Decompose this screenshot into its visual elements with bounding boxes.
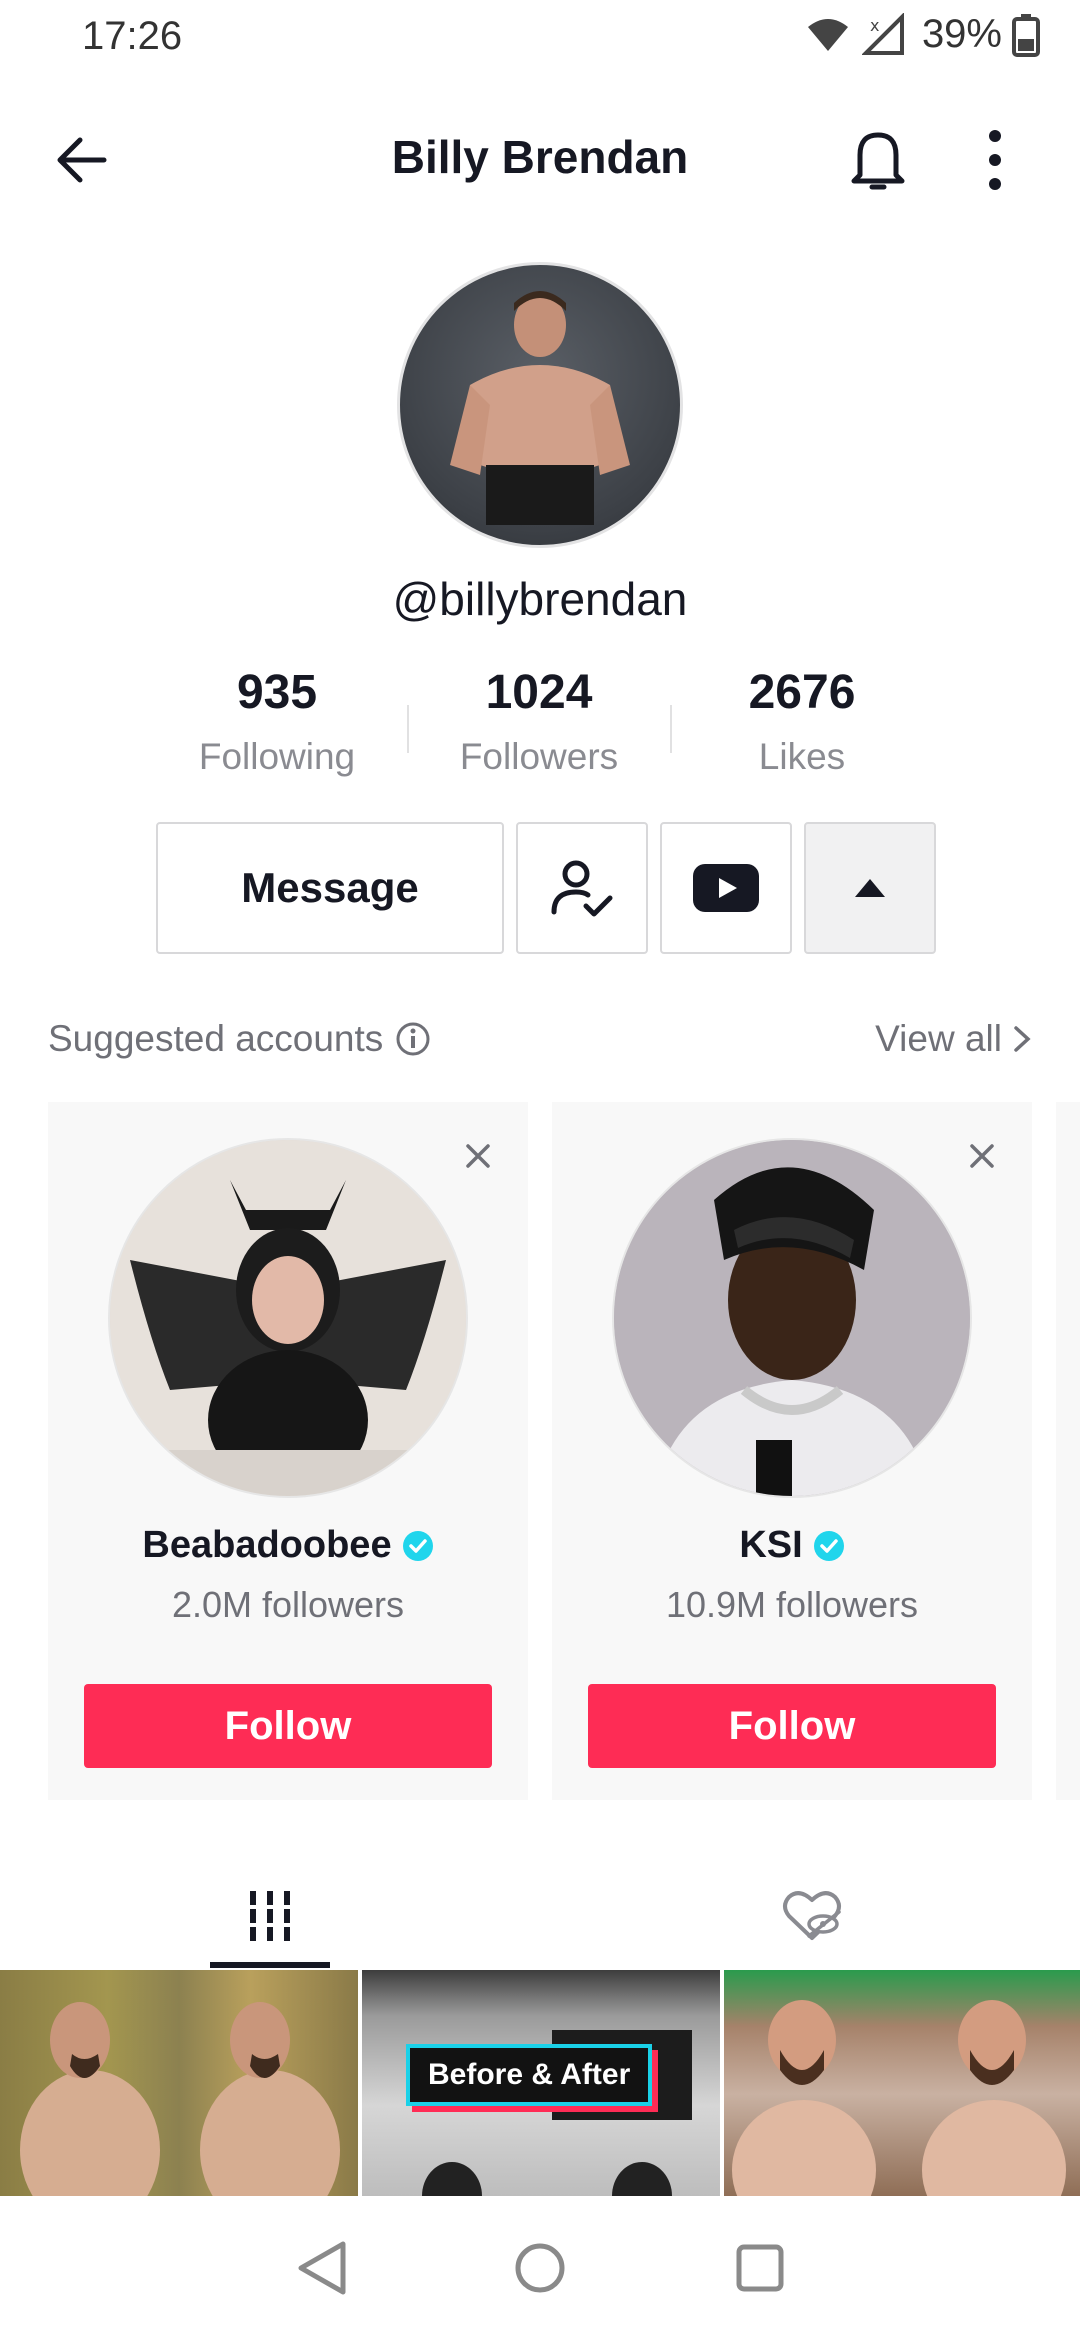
stat-label: Likes: [758, 736, 846, 777]
stat-followers[interactable]: 1024 Followers: [419, 665, 659, 778]
view-all-label: View all: [875, 1018, 1002, 1059]
profile-username: @billybrendan: [392, 573, 688, 625]
nav-back-button[interactable]: [282, 2228, 362, 2308]
suggested-accounts-carousel[interactable]: Beabadoobee 2.0M followers Follow KSI 10…: [0, 1102, 1080, 1802]
page-title: Billy Brendan: [391, 131, 689, 183]
status-bar: 17:26 x 39%: [0, 0, 1080, 80]
svg-text:x: x: [870, 16, 879, 35]
message-button[interactable]: Message: [156, 822, 504, 954]
nav-home-button[interactable]: [500, 2228, 580, 2308]
video-thumbnail[interactable]: Before & After: [362, 1970, 720, 2196]
youtube-icon: [693, 864, 759, 912]
close-icon: [970, 1144, 994, 1168]
suggested-title: Suggested accounts: [48, 1018, 431, 1060]
stat-likes[interactable]: 2676 Likes: [682, 665, 922, 778]
stat-value: 935: [236, 666, 318, 719]
stat-label: Followers: [459, 736, 619, 777]
battery-icon: [1012, 13, 1040, 57]
avatar-image: [450, 291, 630, 525]
suggested-name-text: Beabadoobee: [142, 1524, 392, 1566]
suggested-account-card-partial[interactable]: [1056, 1102, 1080, 1800]
close-icon: [466, 1144, 490, 1168]
avatar-image: [614, 1140, 970, 1496]
suggested-followers: 10.9M followers: [665, 1584, 919, 1625]
view-all-link[interactable]: View all: [875, 1018, 1032, 1060]
user-check-icon: [551, 860, 613, 917]
suggested-title-text: Suggested accounts: [48, 1018, 384, 1059]
suggested-name: Beabadoobee: [48, 1524, 528, 1567]
triangle-back-icon: [298, 2241, 346, 2295]
tab-liked-videos[interactable]: [752, 1860, 872, 1970]
dismiss-button[interactable]: [960, 1134, 1004, 1178]
stat-following[interactable]: 935 Following: [157, 665, 397, 778]
caret-up-icon: [855, 879, 885, 897]
circle-home-icon: [515, 2243, 565, 2293]
square-recents-icon: [736, 2244, 784, 2292]
profile-tabs: [0, 1860, 1080, 1970]
profile-header: Billy Brendan: [0, 100, 1080, 220]
more-options-button[interactable]: [960, 120, 1030, 200]
nav-recents-button[interactable]: [720, 2228, 800, 2308]
battery-percent: 39%: [921, 12, 1002, 56]
profile-stats: 935 Following 1024 Followers 2676 Likes: [0, 665, 1080, 795]
suggested-avatar[interactable]: [108, 1138, 468, 1498]
bell-icon: [851, 132, 905, 190]
info-icon[interactable]: [395, 1021, 431, 1057]
stat-value: 1024: [485, 666, 593, 719]
stat-value: 2676: [748, 666, 856, 719]
back-button[interactable]: [44, 122, 120, 198]
follow-button[interactable]: Follow: [84, 1684, 492, 1768]
chevron-right-icon: [1014, 1026, 1031, 1052]
stat-label: Following: [198, 736, 356, 777]
stat-divider: [407, 705, 409, 753]
collapse-suggestions-button[interactable]: [804, 822, 936, 954]
thumbnail-image: [732, 2000, 1066, 2196]
suggested-accounts-header: Suggested accounts View all: [48, 1010, 1032, 1070]
dismiss-button[interactable]: [456, 1134, 500, 1178]
back-arrow-icon: [57, 137, 107, 183]
video-grid: Before & After: [0, 1970, 1080, 2196]
cell-signal-icon: x: [861, 12, 904, 55]
avatar-image: [110, 1140, 466, 1496]
suggested-name: KSI: [552, 1524, 1032, 1567]
verified-badge-icon: [813, 1530, 844, 1561]
suggested-avatar[interactable]: [612, 1138, 972, 1498]
profile-actions: Message: [0, 822, 1080, 954]
wifi-icon: [807, 18, 848, 51]
hidden-heart-icon: [783, 1891, 841, 1940]
youtube-link-button[interactable]: [660, 822, 792, 954]
tab-videos[interactable]: [210, 1860, 330, 1970]
following-status-button[interactable]: [516, 822, 648, 954]
grid-icon: [250, 1891, 290, 1941]
suggested-name-text: KSI: [739, 1524, 803, 1566]
suggested-account-card[interactable]: KSI 10.9M followers Follow: [552, 1102, 1032, 1800]
status-time: 17:26: [82, 14, 183, 58]
status-icons: x 39%: [804, 12, 1040, 57]
suggested-followers: 2.0M followers: [171, 1584, 405, 1625]
video-thumbnail[interactable]: [0, 1970, 358, 2196]
active-tab-indicator: [210, 1962, 330, 1968]
profile-avatar[interactable]: [397, 262, 683, 548]
more-vertical-icon: [989, 130, 1001, 190]
thumbnail-caption: Before & After: [406, 2044, 653, 2106]
thumbnail-image: [20, 2002, 340, 2196]
suggested-account-card[interactable]: Beabadoobee 2.0M followers Follow: [48, 1102, 528, 1800]
stat-divider: [670, 705, 672, 753]
follow-button[interactable]: Follow: [588, 1684, 996, 1768]
notification-button[interactable]: [838, 120, 918, 200]
video-thumbnail[interactable]: [724, 1970, 1080, 2196]
system-nav-bar: [0, 2196, 1080, 2340]
verified-badge-icon: [402, 1530, 433, 1561]
